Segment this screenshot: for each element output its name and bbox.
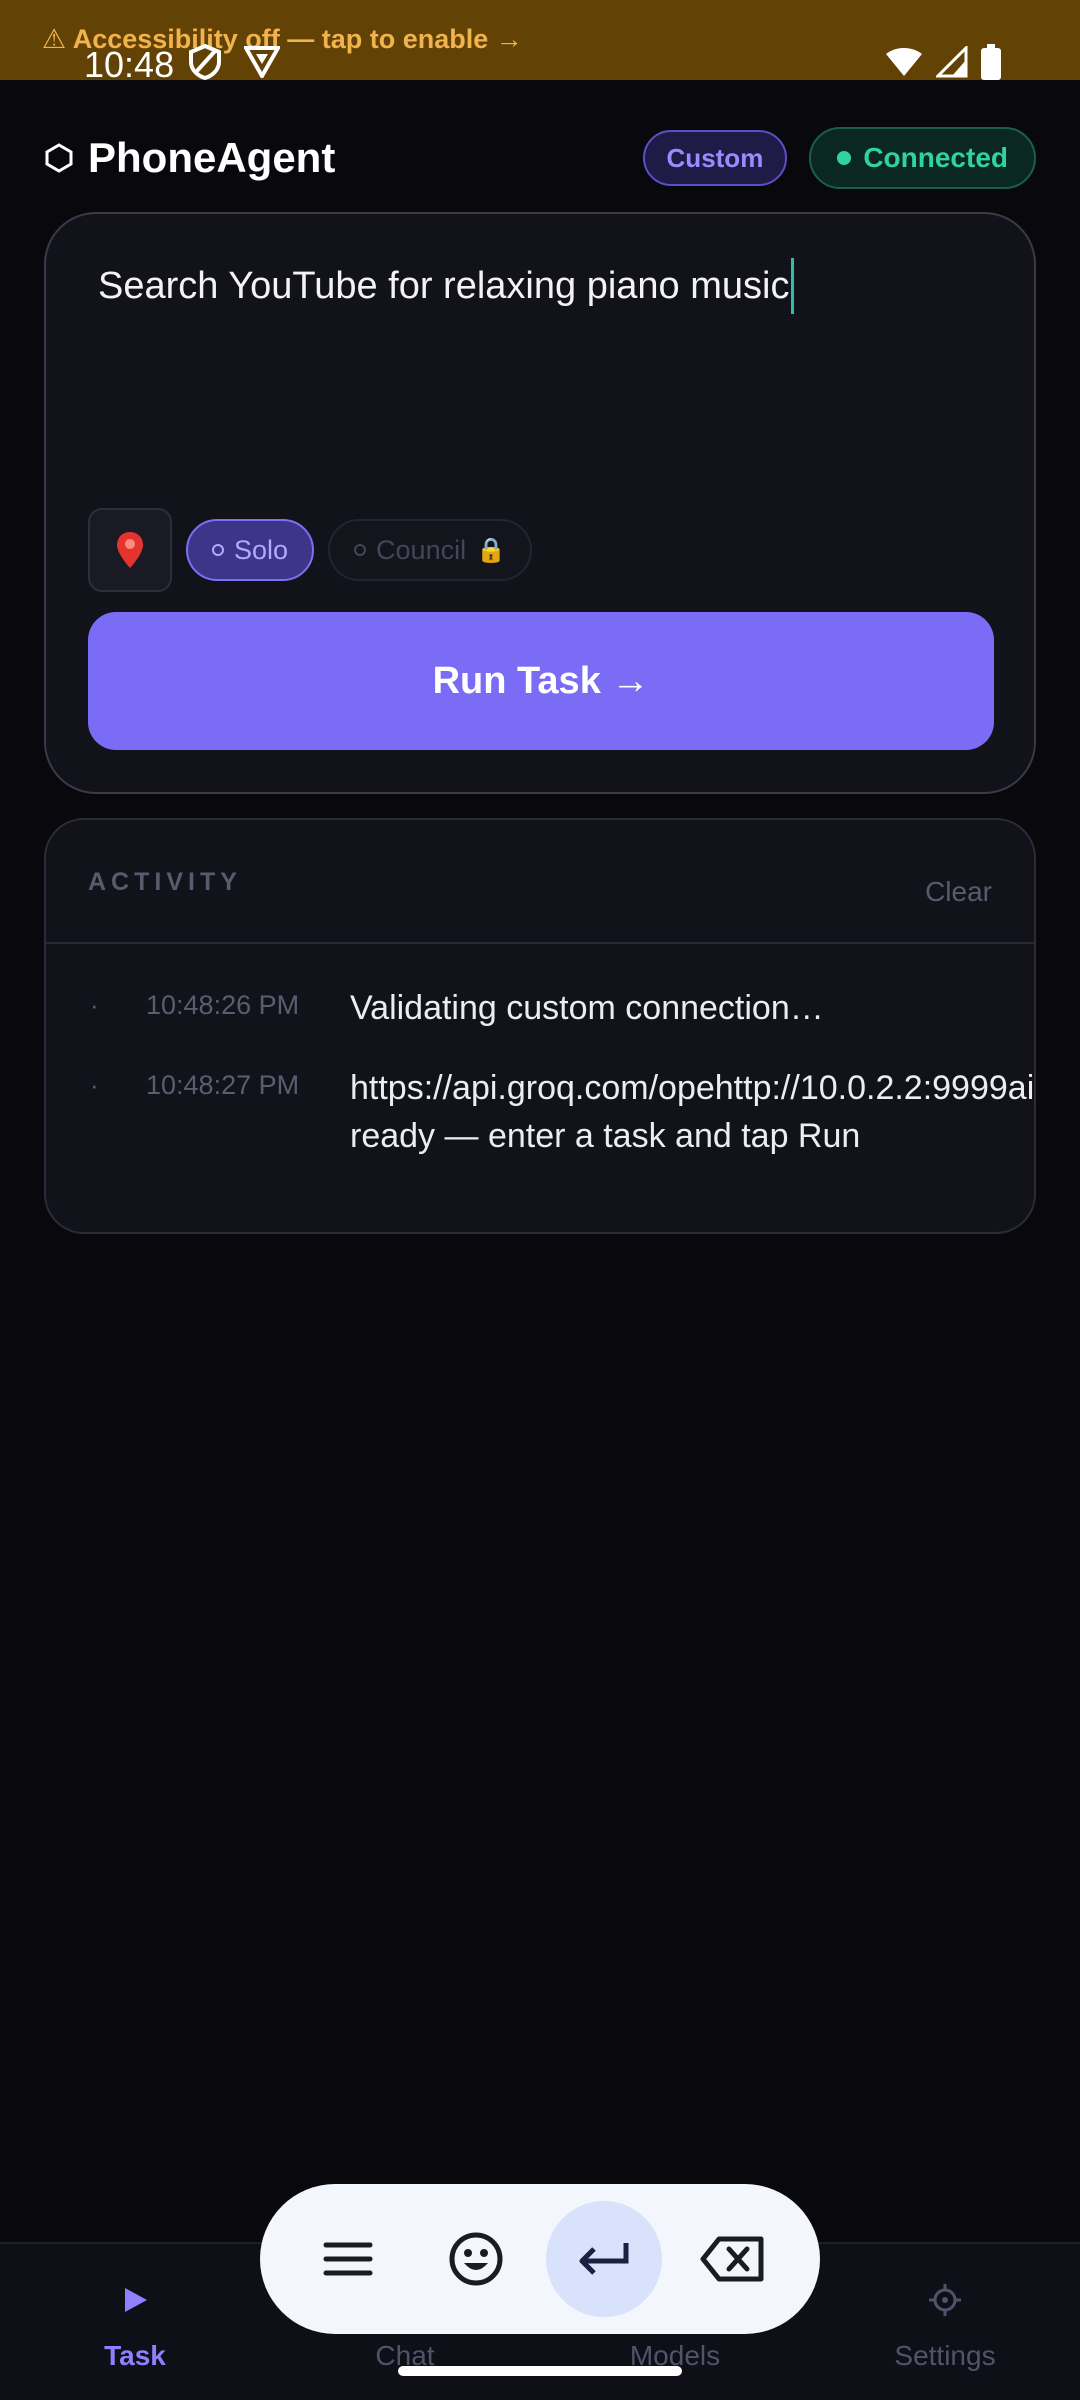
app-header: PhoneAgent Custom Connected — [44, 127, 1036, 189]
mode-council-chip[interactable]: Council 🔒 — [328, 519, 532, 581]
enter-icon — [579, 2243, 629, 2275]
activity-card: ACTIVITY Clear · 10:48:26 PM Validating … — [44, 818, 1036, 1234]
activity-divider — [46, 942, 1034, 944]
connection-status-badge: Connected — [809, 127, 1036, 189]
hexagon-logo-icon — [44, 143, 74, 173]
task-input[interactable]: Search YouTube for relaxing piano music — [98, 258, 978, 314]
solo-ring-icon — [212, 544, 224, 556]
run-task-button[interactable]: Run Task → — [88, 612, 994, 750]
lock-icon: 🔒 — [476, 536, 506, 564]
mode-selector: Solo Council 🔒 — [88, 508, 532, 592]
clear-activity-button[interactable]: Clear — [925, 876, 992, 908]
vpn-icon — [242, 44, 282, 83]
gear-icon — [810, 2278, 1080, 2322]
log-timestamp: 10:48:27 PM — [146, 1070, 300, 1100]
signal-icon — [934, 44, 968, 83]
status-dot-icon — [837, 151, 852, 165]
activity-title: ACTIVITY — [88, 868, 242, 896]
keyboard-backspace-button[interactable] — [674, 2201, 790, 2317]
keyboard-menu-button[interactable] — [290, 2201, 406, 2317]
council-ring-icon — [354, 544, 367, 556]
pin-icon — [117, 532, 143, 568]
status-clock: 10:48 — [84, 44, 175, 85]
play-icon — [0, 2278, 270, 2322]
battery-icon — [980, 44, 1002, 85]
status-bar: ⚠ Accessibility off — tap to enable → 10… — [0, 0, 1080, 85]
wifi-icon — [884, 46, 924, 83]
shield-icon — [188, 43, 222, 85]
app-title: PhoneAgent — [88, 134, 336, 181]
log-timestamp: 10:48:26 PM — [146, 990, 300, 1020]
nav-tab-settings[interactable]: Settings — [810, 2278, 1080, 2372]
emoji-icon — [449, 2232, 503, 2286]
custom-provider-badge[interactable]: Custom — [642, 130, 788, 186]
log-message: Validating custom connection… — [350, 989, 824, 1027]
location-pin-button[interactable] — [88, 508, 172, 592]
task-card: Search YouTube for relaxing piano music … — [44, 212, 1036, 794]
keyboard-emoji-button[interactable] — [418, 2201, 534, 2317]
log-bullet: · — [90, 990, 99, 1020]
keyboard-toolbar — [260, 2184, 820, 2334]
log-message: https://api.groq.com/opehttp://10.0.2.2:… — [350, 1069, 1036, 1155]
text-caret — [791, 258, 795, 314]
backspace-icon — [700, 2236, 764, 2282]
nav-tab-task[interactable]: Task — [0, 2278, 270, 2372]
menu-icon — [323, 2242, 373, 2276]
mode-solo-chip[interactable]: Solo — [186, 519, 315, 581]
home-indicator[interactable] — [398, 2366, 682, 2376]
keyboard-enter-button[interactable] — [546, 2201, 662, 2317]
log-bullet: · — [90, 1070, 99, 1100]
